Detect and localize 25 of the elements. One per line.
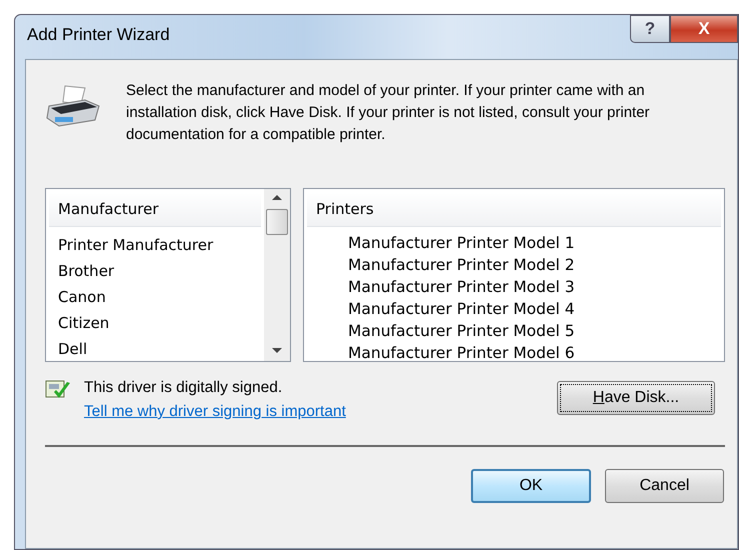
driver-signing-link[interactable]: Tell me why driver signing is important [84, 399, 346, 425]
have-disk-button[interactable]: Have Disk... [557, 381, 715, 415]
help-button[interactable]: ? [630, 15, 670, 43]
manufacturer-item[interactable]: Canon [58, 284, 261, 310]
manufacturer-item[interactable]: Citizen [58, 310, 261, 336]
ok-button[interactable]: OK [471, 469, 591, 503]
scroll-down-icon[interactable] [272, 348, 282, 353]
scrollbar[interactable] [264, 189, 290, 361]
close-button[interactable]: X [670, 15, 738, 43]
printer-model-item[interactable]: Manufacturer Printer Model 6 [316, 342, 721, 361]
signed-status-text: This driver is digitally signed. [84, 378, 284, 398]
instructions-text: Select the manufacturer and model of your printer. If your printer came with an installation disk, click Have Disk. If your printer is not listed, consult your printer documentation for a compatible printer. [126, 81, 651, 145]
printer-model-item[interactable]: Manufacturer Printer Model 4 [316, 298, 721, 320]
manufacturer-item[interactable]: Brother [58, 258, 261, 284]
manufacturer-item[interactable]: Dell [58, 336, 261, 361]
manufacturer-item[interactable]: Printer Manufacturer [58, 232, 261, 258]
printer-model-item[interactable]: Manufacturer Printer Model 1 [316, 232, 721, 254]
printer-model-item[interactable]: Manufacturer Printer Model 3 [316, 276, 721, 298]
printer-icon [45, 84, 101, 128]
window-title: Add Printer Wizard [27, 25, 170, 45]
printer-model-item[interactable]: Manufacturer Printer Model 5 [316, 320, 721, 342]
scroll-up-icon[interactable] [272, 195, 282, 200]
cancel-button[interactable]: Cancel [605, 469, 724, 503]
printer-model-item[interactable]: Manufacturer Printer Model 2 [316, 254, 721, 276]
scroll-thumb[interactable] [266, 209, 288, 235]
